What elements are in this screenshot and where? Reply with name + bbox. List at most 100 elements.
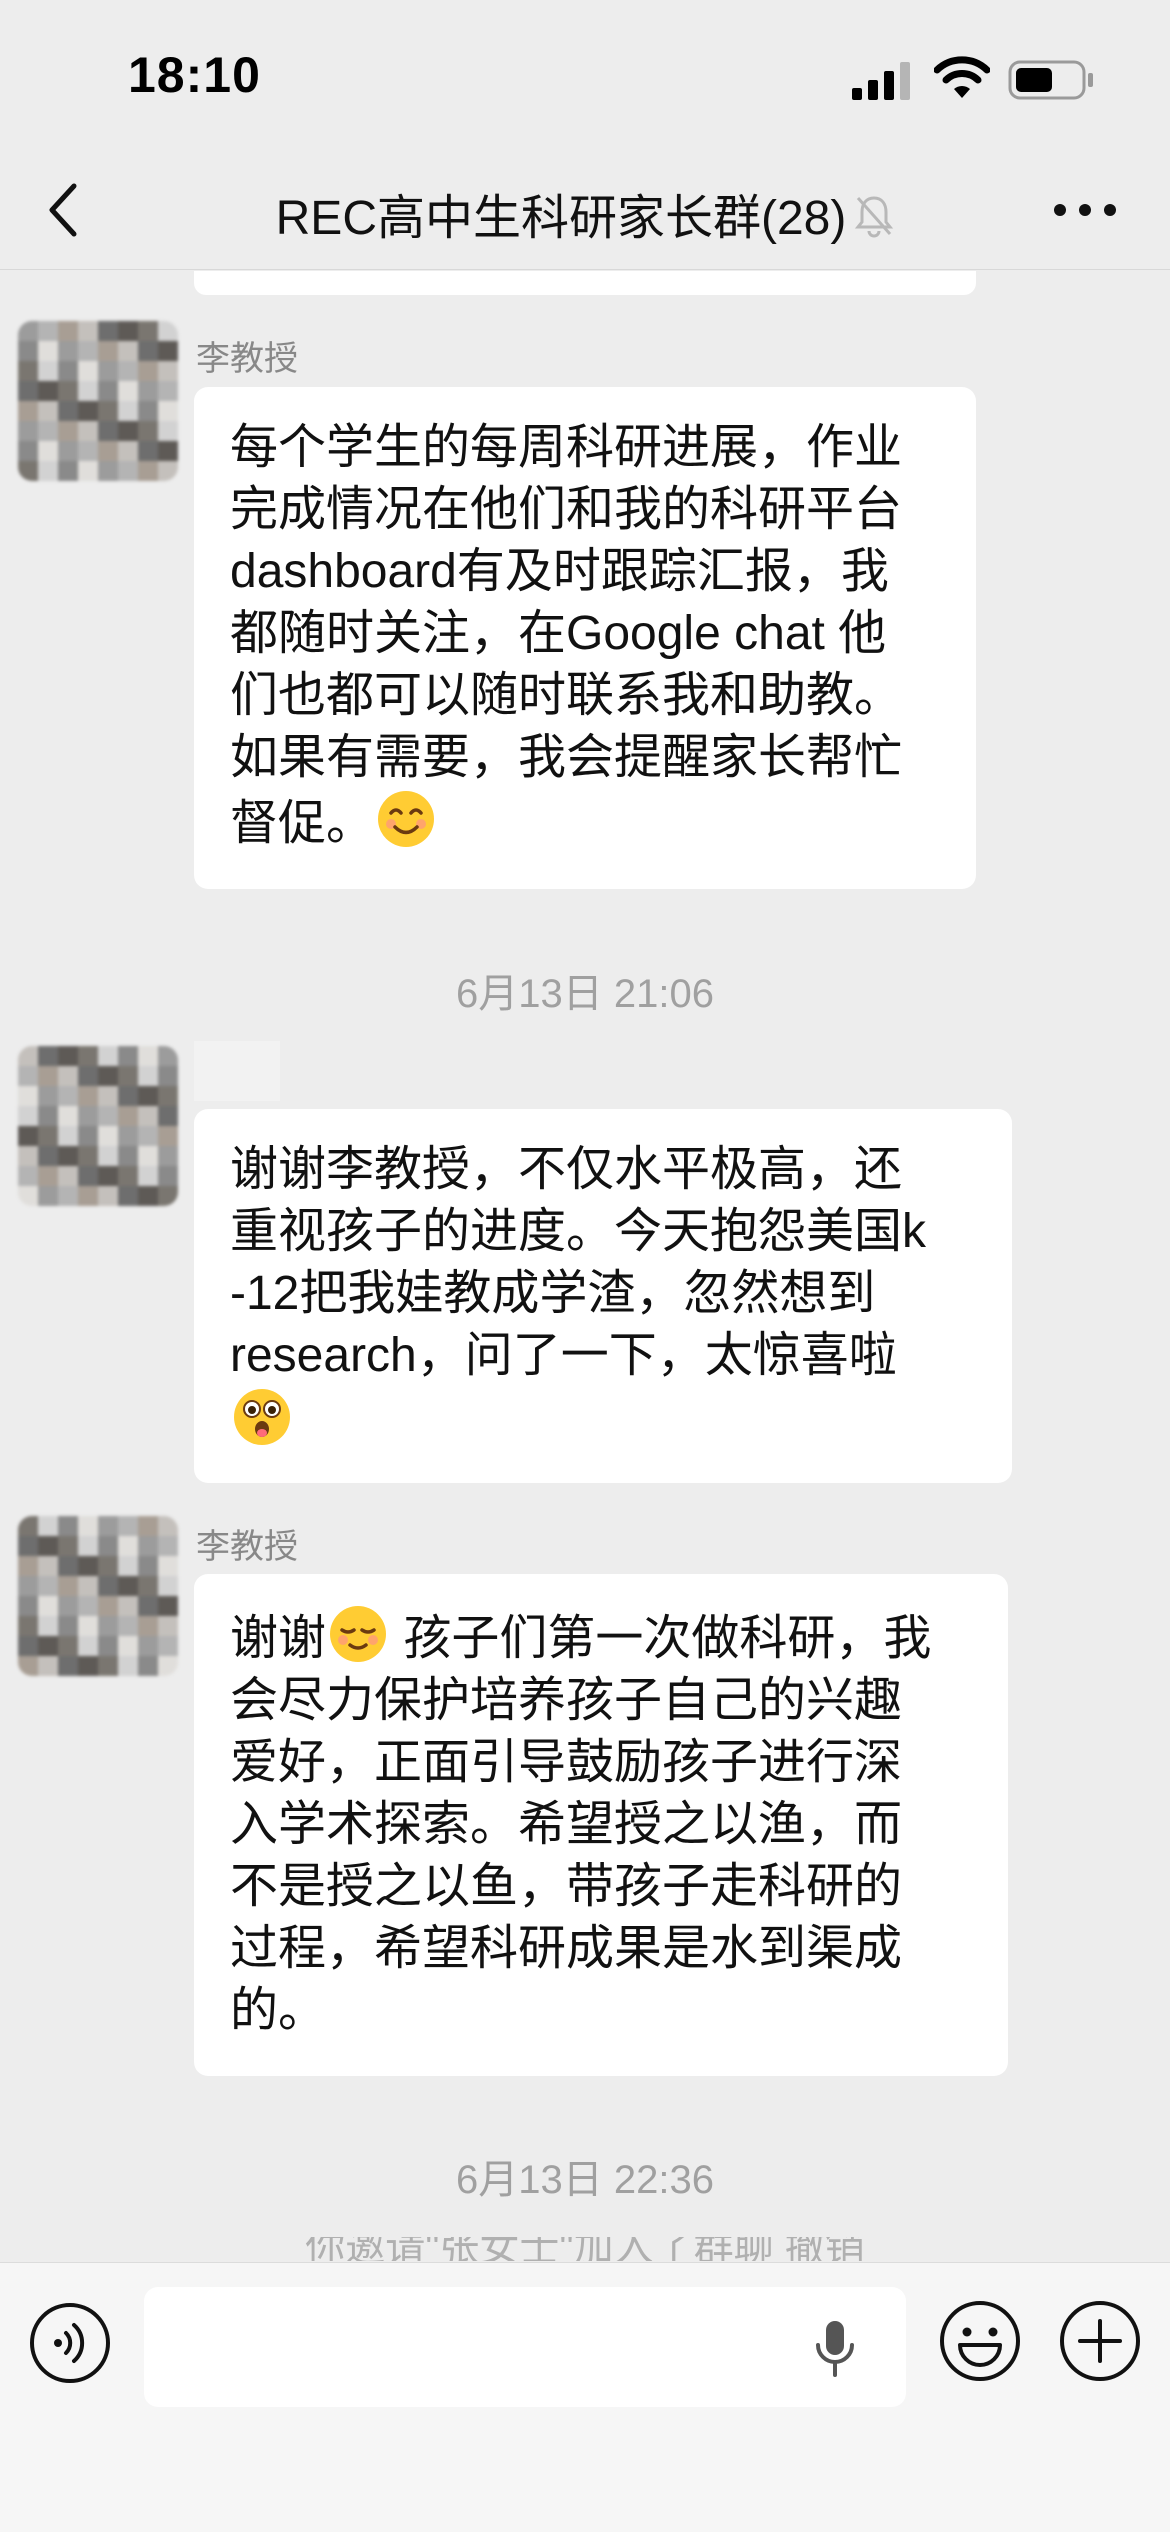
avatar-mosaic-tile (18, 1086, 38, 1106)
avatar-mosaic-tile (98, 1536, 118, 1556)
smiley-face-icon[interactable] (938, 2299, 1022, 2383)
message-line: 每个学生的每周科研进展，作业 (230, 421, 903, 474)
avatar-mosaic-tile (158, 461, 178, 481)
plus-circle-icon[interactable] (1058, 2299, 1142, 2383)
sender-avatar[interactable] (18, 1046, 178, 1206)
avatar-mosaic-tile (38, 361, 58, 381)
avatar-mosaic-tile (18, 1616, 38, 1636)
avatar-mosaic-tile (38, 1556, 58, 1576)
avatar-mosaic-tile (18, 341, 38, 361)
avatar-mosaic-tile (118, 1576, 138, 1596)
avatar-mosaic-tile (58, 1616, 78, 1636)
microphone-icon[interactable] (810, 2317, 860, 2381)
avatar-mosaic-tile (18, 1596, 38, 1616)
avatar-mosaic-tile (78, 1066, 98, 1086)
avatar-mosaic-tile (18, 1146, 38, 1166)
avatar-mosaic-tile (58, 1516, 78, 1536)
avatar-mosaic-tile (98, 1126, 118, 1146)
avatar-mosaic-tile (158, 1066, 178, 1086)
avatar-mosaic-tile (18, 1126, 38, 1146)
message-line: 会尽力保护培养孩子自己的兴趣 (230, 1674, 903, 1727)
avatar-mosaic-tile (18, 1536, 38, 1556)
avatar-mosaic-tile (138, 1126, 158, 1146)
avatar-mosaic-tile (58, 1166, 78, 1186)
avatar-mosaic-tile (138, 341, 158, 361)
avatar-mosaic-tile (138, 1656, 158, 1676)
avatar-mosaic-tile (118, 1656, 138, 1676)
avatar-mosaic-tile (118, 1616, 138, 1636)
avatar-mosaic-tile (138, 1556, 158, 1576)
avatar-mosaic-tile (138, 1166, 158, 1186)
avatar-mosaic-tile (98, 1576, 118, 1596)
avatar-mosaic-tile (78, 1166, 98, 1186)
message-line (230, 1387, 976, 1453)
avatar-mosaic-tile (38, 401, 58, 421)
avatar-mosaic-tile (58, 401, 78, 421)
message-bubble[interactable]: 每个学生的每周科研进展，作业 完成情况在他们和我的科研平台 dashboard有… (194, 387, 976, 889)
avatar-mosaic-tile (138, 381, 158, 401)
message-line-text: 孩子们第一次做科研，我 (403, 1612, 932, 1665)
sender-name: 李教授 (196, 1528, 298, 1566)
avatar-mosaic-tile (38, 1166, 58, 1186)
timestamp: 6月13日 21:06 (456, 972, 714, 1016)
avatar-mosaic-tile (138, 421, 158, 441)
avatar-mosaic-tile (158, 1536, 178, 1556)
avatar-mosaic-tile (158, 401, 178, 421)
avatar-mosaic-tile (58, 441, 78, 461)
message-bubble[interactable]: 谢谢 孩子们第一次做科研，我 会尽力保护培养孩子自己的兴趣 爱好，正面引导鼓励孩… (194, 1574, 1008, 2076)
more-dots-icon[interactable] (1050, 190, 1120, 230)
avatar-mosaic-tile (98, 441, 118, 461)
avatar-mosaic-tile (78, 1106, 98, 1126)
avatar-mosaic-tile (118, 1186, 138, 1206)
message-line: 谢谢李教授，不仅水平极高，还 (230, 1143, 903, 1196)
avatar-mosaic-tile (158, 1186, 178, 1206)
status-time: 18:10 (128, 47, 261, 103)
message-bubble[interactable]: 谢谢李教授，不仅水平极高，还 重视孩子的进度。今天抱怨美国k -12把我娃教成学… (194, 1109, 1012, 1483)
avatar-mosaic-tile (98, 321, 118, 341)
chat-title-text: REC高中生科研家长群(28) (275, 192, 847, 245)
wifi-icon (934, 56, 990, 98)
status-bar: 18:10 (0, 0, 1170, 150)
avatar-mosaic-tile (18, 461, 38, 481)
avatar-mosaic-tile (118, 441, 138, 461)
avatar-mosaic-tile (138, 1146, 158, 1166)
avatar-mosaic-tile (98, 1046, 118, 1066)
avatar-mosaic-tile (18, 1576, 38, 1596)
voice-wave-icon[interactable] (28, 2301, 112, 2385)
sender-avatar[interactable] (18, 1516, 178, 1676)
avatar-mosaic-tile (38, 341, 58, 361)
avatar-mosaic-tile (158, 1516, 178, 1536)
avatar-mosaic-tile (58, 421, 78, 441)
avatar-mosaic-tile (98, 1596, 118, 1616)
avatar-mosaic-tile (158, 421, 178, 441)
system-notice-text: 你邀请"张女士"加入了群聊 撤销 (305, 2237, 865, 2261)
avatar-mosaic-tile (118, 1126, 138, 1146)
avatar-mosaic-tile (58, 1146, 78, 1166)
avatar-mosaic-tile (118, 461, 138, 481)
avatar-mosaic-tile (58, 1086, 78, 1106)
avatar-mosaic-tile (118, 1516, 138, 1536)
message-line: 都随时关注，在Google chat 他 (230, 607, 887, 660)
avatar-mosaic-tile (98, 1086, 118, 1106)
avatar-mosaic-tile (78, 1616, 98, 1636)
sender-name-redacted (194, 1041, 280, 1101)
avatar-mosaic-tile (18, 381, 38, 401)
avatar-mosaic-tile (158, 441, 178, 461)
avatar-mosaic-tile (158, 1596, 178, 1616)
relieved-face-emoji-icon (330, 1606, 387, 1662)
avatar-mosaic-tile (78, 421, 98, 441)
message-line: 完成情况在他们和我的科研平台 (230, 483, 903, 536)
message-list[interactable]: 李教授 每个学生的每周科研进展，作业 完成情况在他们和我的科研平台 dashbo… (0, 271, 1170, 2261)
avatar-mosaic-tile (138, 401, 158, 421)
avatar-mosaic-tile (58, 1596, 78, 1616)
avatar-mosaic-tile (158, 1146, 178, 1166)
avatar-mosaic-tile (98, 1166, 118, 1186)
message-line: -12把我娃教成学渣，忽然想到 (230, 1267, 876, 1320)
avatar-mosaic-tile (158, 381, 178, 401)
avatar-mosaic-tile (18, 321, 38, 341)
sender-avatar[interactable] (18, 321, 178, 481)
avatar-mosaic-tile (118, 1086, 138, 1106)
message-input[interactable] (144, 2287, 906, 2407)
avatar-mosaic-tile (38, 1596, 58, 1616)
message-line: 爱好，正面引导鼓励孩子进行深 (230, 1736, 903, 1789)
